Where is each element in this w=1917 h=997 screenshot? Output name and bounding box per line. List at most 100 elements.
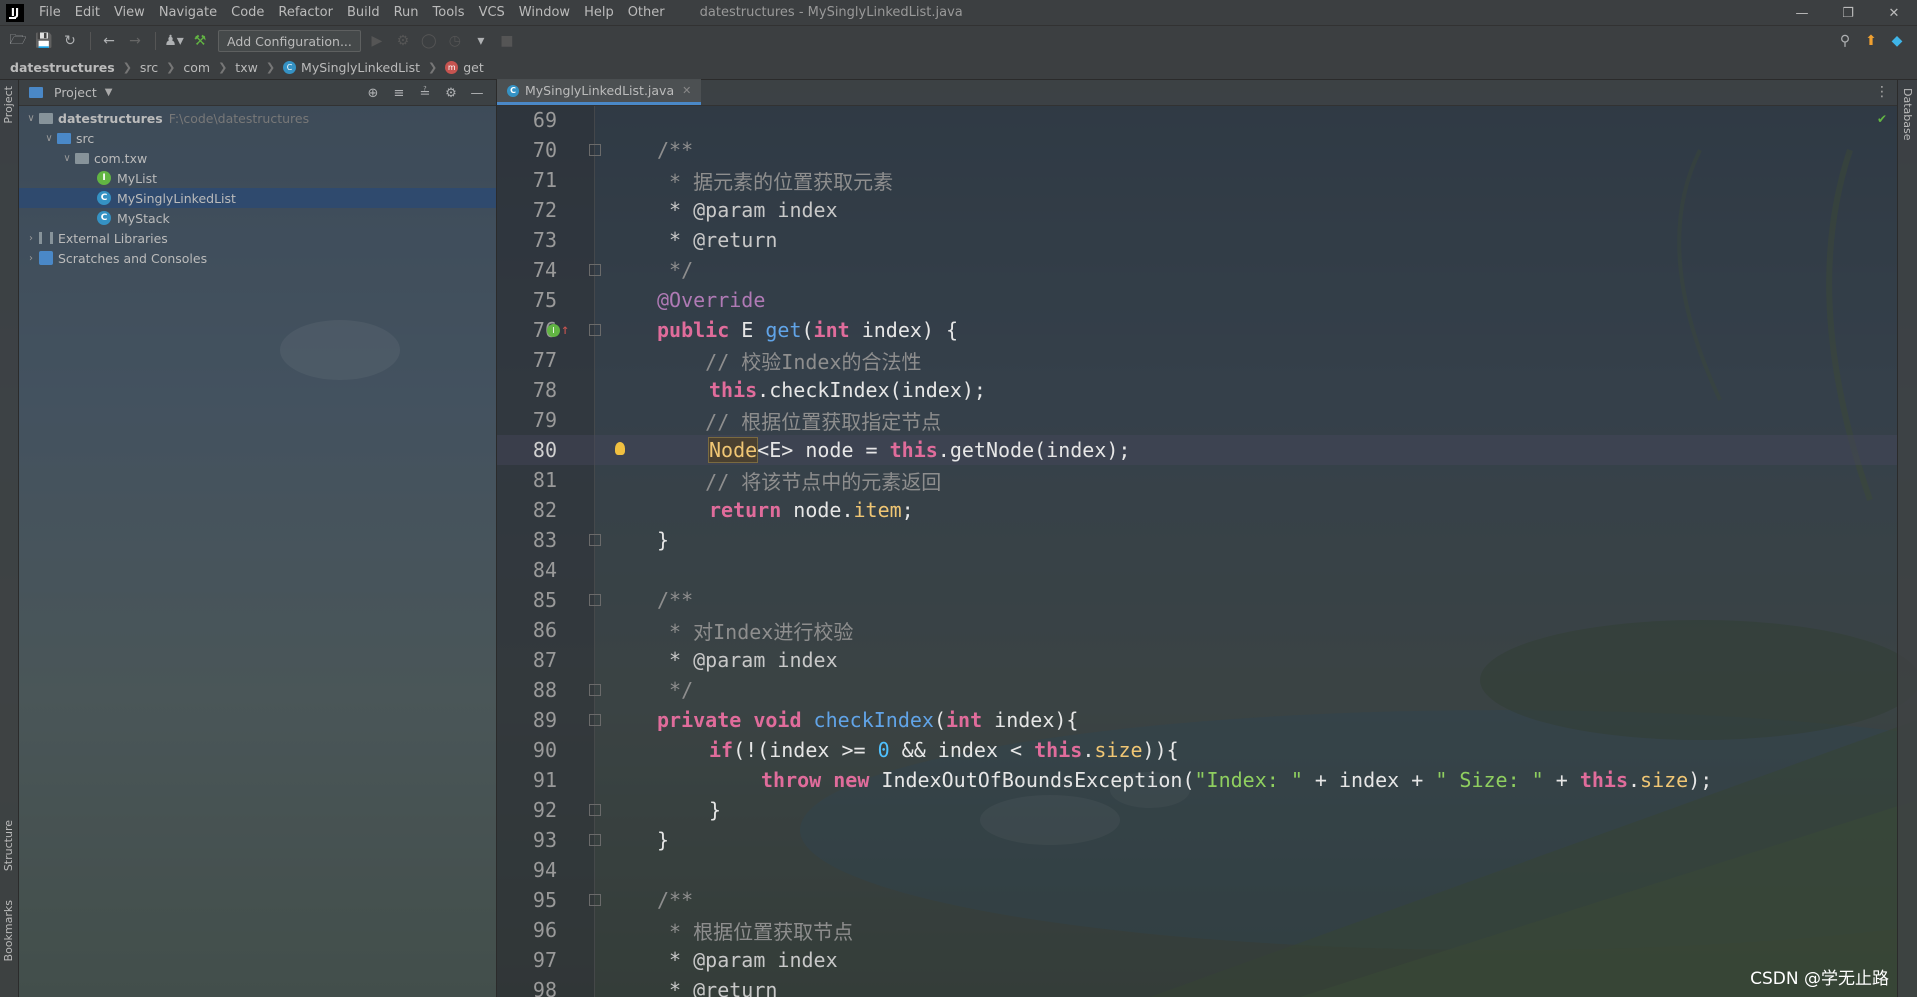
code-line[interactable]: 75 @Override: [497, 285, 1897, 315]
code-line[interactable]: 90 if(!(index >= 0 && index < this.size)…: [497, 735, 1897, 765]
code-line[interactable]: 79 // 根据位置获取指定节点: [497, 405, 1897, 435]
database-tool-tab[interactable]: Database: [1901, 88, 1914, 141]
fold-marker-icon[interactable]: [589, 804, 601, 816]
fold-marker-icon[interactable]: [589, 684, 601, 696]
search-icon[interactable]: ⚲: [1833, 29, 1857, 53]
tree-item-mystack[interactable]: C MyStack: [19, 208, 496, 228]
expand-all-icon[interactable]: ≡: [386, 83, 412, 103]
run-icon[interactable]: ▶: [365, 29, 389, 53]
intention-bulb-icon[interactable]: [615, 442, 625, 455]
intellij-logo-icon[interactable]: IJ: [6, 3, 24, 22]
plugin-icon[interactable]: ◆: [1885, 29, 1909, 53]
tree-item-datestructures[interactable]: ∨ datestructures F:\code\datestructures: [19, 108, 496, 128]
menu-build[interactable]: Build: [340, 5, 387, 20]
code-line[interactable]: 71 * 据元素的位置获取元素: [497, 165, 1897, 195]
breadcrumb-method[interactable]: get: [463, 60, 484, 75]
tree-item-package[interactable]: ∨ com.txw: [19, 148, 496, 168]
code-line[interactable]: 86 * 对Index进行校验: [497, 615, 1897, 645]
code-line[interactable]: 92}: [497, 795, 1897, 825]
stop-icon[interactable]: ■: [495, 29, 519, 53]
bookmarks-tool-tab[interactable]: Bookmarks: [2, 900, 15, 961]
fold-marker-icon[interactable]: [589, 534, 601, 546]
forward-arrow-icon[interactable]: →: [123, 29, 147, 53]
code-line[interactable]: 93}: [497, 825, 1897, 855]
build-hammer-icon[interactable]: ⚒: [188, 29, 212, 53]
tree-item-src[interactable]: ∨ src: [19, 128, 496, 148]
project-tool-tab[interactable]: Project: [2, 86, 15, 124]
minimize-icon[interactable]: —: [1779, 0, 1825, 26]
tree-item-scratches[interactable]: › Scratches and Consoles: [19, 248, 496, 268]
more-options-icon[interactable]: ⋮: [1875, 84, 1889, 100]
code-line[interactable]: 73 * @return: [497, 225, 1897, 255]
tree-item-mylist[interactable]: I MyList: [19, 168, 496, 188]
up-arrow-icon[interactable]: ↑: [561, 322, 569, 338]
breadcrumb-com[interactable]: com: [183, 60, 210, 75]
coverage-icon[interactable]: ◯: [417, 29, 441, 53]
tree-item-mysinglylinkedlist[interactable]: C MySinglyLinkedList: [19, 188, 496, 208]
sync-icon[interactable]: ↻: [58, 29, 82, 53]
code-line[interactable]: 97 * @param index: [497, 945, 1897, 975]
breadcrumb-txw[interactable]: txw: [235, 60, 258, 75]
code-line[interactable]: 78 this.checkIndex(index);: [497, 375, 1897, 405]
menu-vcs[interactable]: VCS: [472, 5, 512, 20]
code-line[interactable]: 98 * @return: [497, 975, 1897, 997]
save-all-icon[interactable]: 💾: [32, 29, 56, 53]
fold-marker-icon[interactable]: [589, 894, 601, 906]
code-line[interactable]: 85 /**: [497, 585, 1897, 615]
fold-marker-icon[interactable]: [589, 144, 601, 156]
code-line[interactable]: 74 */: [497, 255, 1897, 285]
menu-refactor[interactable]: Refactor: [271, 5, 340, 20]
inspection-ok-icon[interactable]: ✔: [1877, 112, 1887, 126]
menu-tools[interactable]: Tools: [426, 5, 472, 20]
menu-help[interactable]: Help: [577, 5, 621, 20]
debug-icon[interactable]: ⚙: [391, 29, 415, 53]
run-dropdown-icon[interactable]: ▾: [469, 29, 493, 53]
code-line[interactable]: 82 return node.item;: [497, 495, 1897, 525]
fold-marker-icon[interactable]: [589, 714, 601, 726]
tab-mysinglylinkedlist[interactable]: C MySinglyLinkedList.java ✕: [497, 79, 702, 105]
structure-tool-tab[interactable]: Structure: [2, 820, 15, 871]
menu-edit[interactable]: Edit: [68, 5, 107, 20]
restore-icon[interactable]: ❐: [1825, 0, 1871, 26]
implements-method-icon[interactable]: I: [547, 323, 560, 337]
close-icon[interactable]: ✕: [1871, 0, 1917, 26]
code-line[interactable]: 76 public E get(int index) {: [497, 315, 1897, 345]
fold-marker-icon[interactable]: [589, 834, 601, 846]
add-configuration-button[interactable]: Add Configuration...: [218, 30, 361, 52]
profile-icon[interactable]: ◷: [443, 29, 467, 53]
fold-marker-icon[interactable]: [589, 264, 601, 276]
chevron-down-icon[interactable]: ∨: [41, 133, 57, 144]
code-line[interactable]: 83}: [497, 525, 1897, 555]
menu-file[interactable]: File: [32, 5, 68, 20]
chevron-right-icon[interactable]: ›: [23, 253, 39, 264]
chevron-right-icon[interactable]: ›: [23, 233, 39, 244]
code-line[interactable]: 95 /**: [497, 885, 1897, 915]
chevron-down-icon[interactable]: ∨: [59, 153, 75, 164]
close-tab-icon[interactable]: ✕: [682, 84, 691, 97]
tree-item-external-libraries[interactable]: › External Libraries: [19, 228, 496, 248]
code-line[interactable]: 94: [497, 855, 1897, 885]
code-line[interactable]: 84: [497, 555, 1897, 585]
fold-marker-icon[interactable]: [589, 324, 601, 336]
code-line[interactable]: 91 throw new IndexOutOfBoundsException("…: [497, 765, 1897, 795]
gear-icon[interactable]: ⚙: [438, 83, 464, 103]
menu-view[interactable]: View: [107, 5, 152, 20]
user-icon[interactable]: ♟▾: [162, 29, 186, 53]
open-folder-icon[interactable]: 🗁: [6, 29, 30, 53]
fold-marker-icon[interactable]: [589, 594, 601, 606]
breadcrumb-class[interactable]: MySinglyLinkedList: [301, 60, 420, 75]
code-line[interactable]: 70 /**: [497, 135, 1897, 165]
update-icon[interactable]: ⬆: [1859, 29, 1883, 53]
code-line[interactable]: 88 */: [497, 675, 1897, 705]
code-line[interactable]: 87 * @param index: [497, 645, 1897, 675]
chevron-down-icon[interactable]: ∨: [23, 113, 39, 124]
hide-panel-icon[interactable]: —: [464, 83, 490, 103]
code-line[interactable]: 69: [497, 106, 1897, 135]
chevron-down-icon[interactable]: ▼: [105, 87, 113, 98]
code-line[interactable]: 72 * @param index: [497, 195, 1897, 225]
code-editor[interactable]: 69 70 /** 71 * 据元素的位置获取元素 72 * @param ind…: [497, 106, 1897, 997]
code-line[interactable]: 81 // 将该节点中的元素返回: [497, 465, 1897, 495]
project-panel-title[interactable]: Project: [54, 85, 97, 100]
menu-run[interactable]: Run: [387, 5, 426, 20]
menu-navigate[interactable]: Navigate: [152, 5, 224, 20]
